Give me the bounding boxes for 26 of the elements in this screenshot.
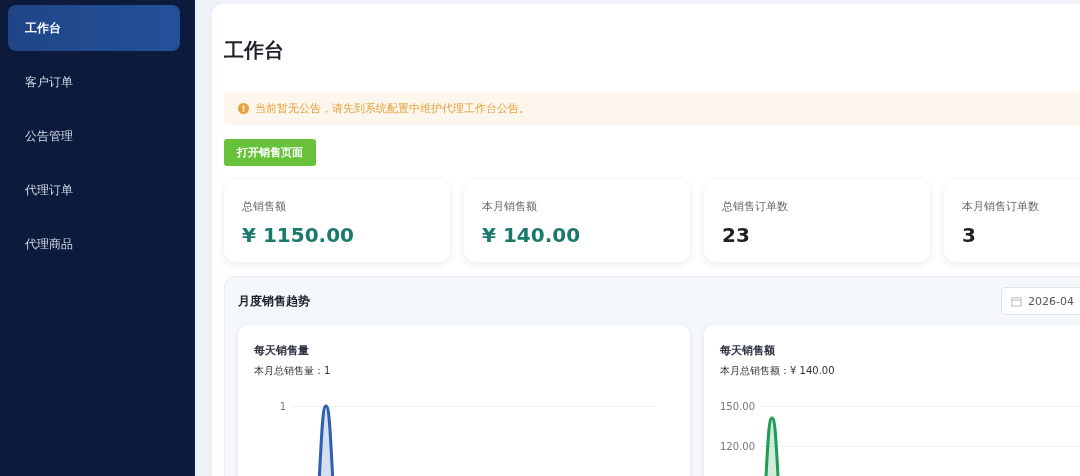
axis-label: 150.00: [720, 400, 755, 412]
chart-title: 每天销售量: [254, 343, 310, 358]
stat-value: 3: [962, 223, 977, 247]
sidebar-item[interactable]: 工作台: [8, 5, 180, 51]
sidebar-item[interactable]: 客户订单: [8, 59, 180, 105]
notice-text: 当前暂无公告，请先到系统配置中维护代理工作台公告。: [255, 101, 530, 116]
page-title: 工作台: [224, 37, 285, 58]
stat-label: 总销售订单数: [722, 199, 789, 214]
chart-summary: 本月总销售量：1: [254, 364, 332, 378]
chart-title: 每天销售额: [720, 343, 776, 358]
month-picker[interactable]: 2026-04: [1001, 287, 1080, 315]
calendar-icon: [1011, 295, 1022, 307]
stat-label: 本月销售额: [482, 199, 538, 214]
warning-icon: [238, 103, 249, 114]
sidebar-item[interactable]: 公告管理: [8, 113, 180, 159]
axis-label: 1: [278, 400, 286, 412]
stat-value: ¥ 1150.00: [242, 223, 355, 247]
axis-label: 120.00: [720, 440, 755, 452]
chart-summary: 本月总销售额：¥ 140.00: [720, 364, 836, 378]
stat-value: ¥ 140.00: [482, 223, 582, 247]
stat-label: 总销售额: [242, 199, 287, 214]
section-title: 月度销售趋势: [238, 292, 310, 310]
stat-label: 本月销售订单数: [962, 199, 1040, 214]
sidebar-item[interactable]: 代理订单: [8, 167, 180, 213]
sidebar-item[interactable]: 代理商品: [8, 221, 180, 267]
stat-value: 23: [722, 223, 751, 247]
